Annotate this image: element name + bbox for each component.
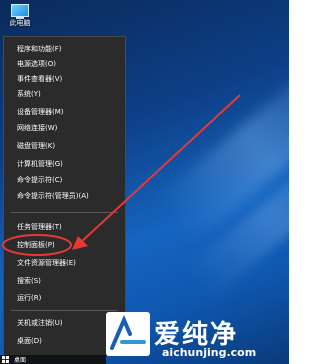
menu-item-search[interactable]: 搜索(S) [4, 274, 125, 289]
menu-separator [11, 310, 118, 311]
taskbar-desktop-label: 桌面 [14, 357, 27, 364]
menu-item-control-panel[interactable]: 控制面板(P) [4, 238, 125, 253]
menu-item-system[interactable]: 系统(Y) [4, 87, 125, 102]
watermark-url: aichunjing.com [162, 346, 257, 359]
menu-item-command-prompt[interactable]: 命令提示符(C) [4, 173, 125, 188]
watermark-logo-mark-icon [110, 314, 146, 350]
winx-context-menu: 程序和功能(F) 电源选项(O) 事件查看器(V) 系统(Y) 设备管理器(M)… [3, 36, 126, 356]
menu-item-run[interactable]: 运行(R) [4, 291, 125, 306]
menu-item-file-explorer[interactable]: 文件资源管理器(E) [4, 256, 125, 271]
this-pc-label: 此电脑 [9, 19, 31, 27]
menu-item-network-connections[interactable]: 网络连接(W) [4, 121, 125, 136]
menu-item-programs-features[interactable]: 程序和功能(F) [4, 42, 125, 57]
computer-icon [11, 4, 29, 17]
menu-item-command-prompt-admin[interactable]: 命令提示符(管理员)(A) [4, 189, 125, 204]
menu-item-task-manager[interactable]: 任务管理器(T) [4, 220, 125, 235]
menu-item-power-options[interactable]: 电源选项(O) [4, 57, 125, 72]
windows-start-icon[interactable] [2, 356, 9, 363]
menu-item-device-manager[interactable]: 设备管理器(M) [4, 105, 125, 120]
watermark-logo [106, 312, 150, 356]
menu-item-computer-management[interactable]: 计算机管理(G) [4, 157, 125, 172]
menu-item-event-viewer[interactable]: 事件查看器(V) [4, 72, 125, 87]
desktop: 此电脑 程序和功能(F) 电源选项(O) 事件查看器(V) 系统(Y) 设备管理… [0, 0, 289, 364]
watermark: 爱纯净 aichunjing.com [106, 312, 289, 364]
taskbar: 桌面 [0, 355, 106, 364]
menu-item-disk-management[interactable]: 磁盘管理(K) [4, 139, 125, 154]
menu-separator [11, 212, 118, 213]
this-pc-desktop-icon[interactable]: 此电脑 [2, 2, 38, 32]
menu-item-shutdown-label: 关机或注销(U) [17, 319, 63, 327]
